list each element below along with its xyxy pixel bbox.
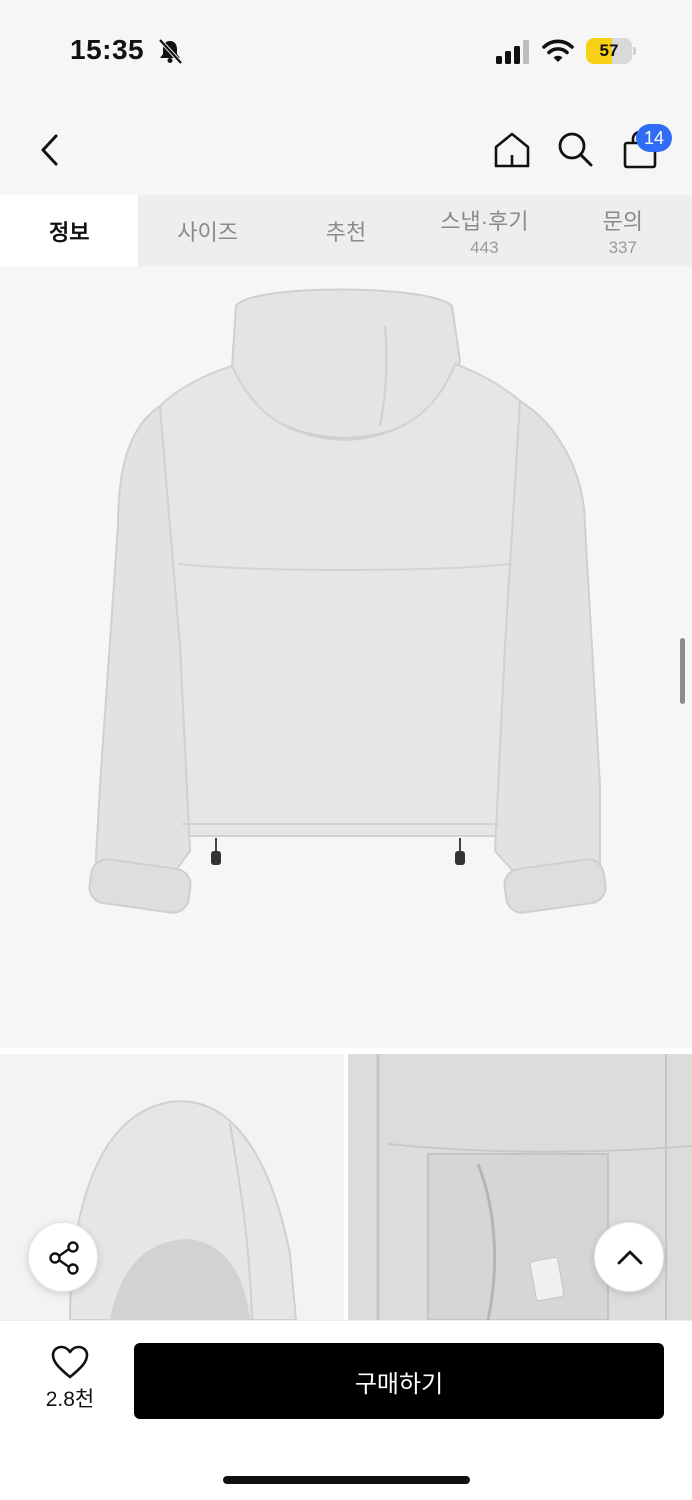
tab-label: 스냅·후기: [440, 208, 529, 234]
tab-label: 문의: [602, 208, 643, 234]
like-button[interactable]: 2.8천: [30, 1345, 110, 1415]
buy-button[interactable]: 구매하기: [134, 1343, 664, 1419]
heart-icon: [51, 1345, 89, 1379]
product-thumbnails: [0, 1048, 692, 1320]
home-indicator[interactable]: [223, 1476, 470, 1484]
scrollbar[interactable]: [680, 638, 685, 704]
status-bar: 15:35 57: [0, 0, 692, 100]
product-main-image[interactable]: [0, 266, 692, 1048]
cellular-signal-icon: [496, 40, 529, 64]
like-count: 2.8천: [45, 1388, 95, 1411]
tab-count: 443: [470, 237, 499, 257]
tab-inquiry[interactable]: 문의 337: [554, 195, 692, 266]
tab-snap-review[interactable]: 스냅·후기 443: [415, 195, 553, 266]
search-icon[interactable]: [556, 130, 594, 168]
bell-muted-icon: [158, 38, 183, 64]
tab-label: 추천: [325, 219, 367, 245]
battery-indicator: 57: [586, 38, 636, 64]
share-icon: [49, 1241, 79, 1275]
tab-recommend[interactable]: 추천: [277, 195, 415, 266]
header: [0, 100, 692, 195]
tab-info[interactable]: 정보: [0, 195, 139, 266]
cart-count-badge: 14: [636, 124, 672, 152]
tab-count: 337: [608, 237, 637, 257]
tab-bar: 정보 사이즈 추천 스냅·후기 443 문의 337: [0, 195, 692, 266]
hooded-jacket-back-image: [88, 288, 607, 914]
share-button[interactable]: [28, 1222, 98, 1292]
status-time: 15:35: [70, 34, 145, 65]
scroll-to-top-button[interactable]: [594, 1222, 664, 1292]
chevron-up-icon: [617, 1250, 643, 1265]
tab-label: 사이즈: [177, 219, 238, 245]
bottom-action-bar: 2.8천 구매하기: [0, 1320, 692, 1500]
chevron-left-icon[interactable]: [36, 132, 64, 168]
battery-level: 57: [599, 41, 619, 60]
tab-size[interactable]: 사이즈: [138, 195, 276, 266]
wifi-icon: [542, 39, 574, 62]
home-icon[interactable]: [492, 130, 532, 170]
tab-label: 정보: [48, 219, 90, 245]
